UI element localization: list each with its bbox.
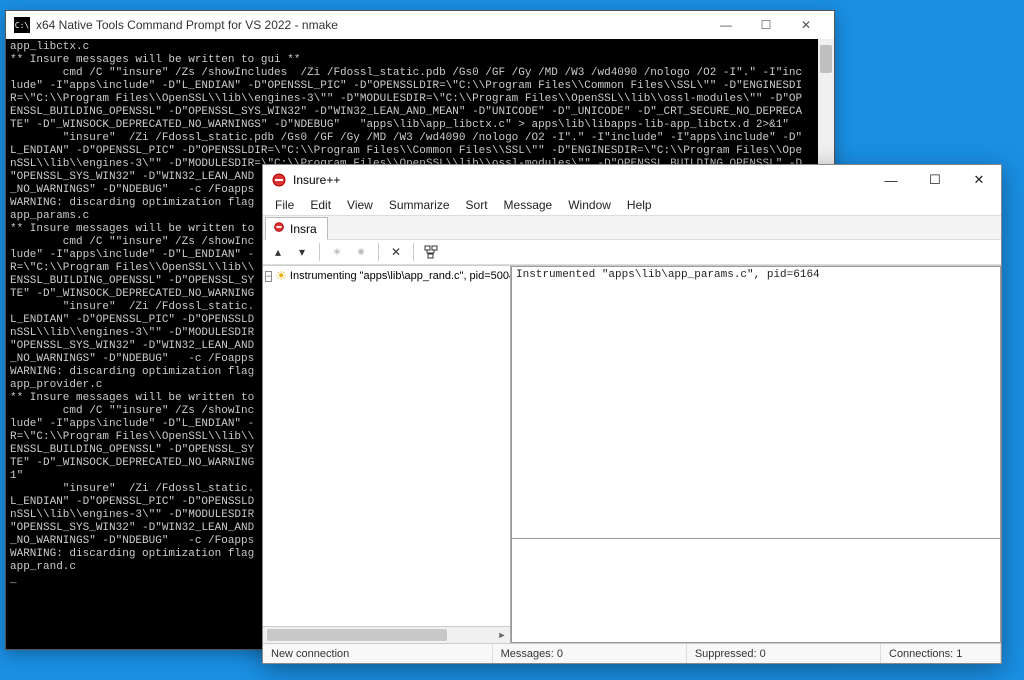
tree-horizontal-scrollbar[interactable]: ◄ ► [263,626,510,643]
status-messages-value: 0 [557,648,563,660]
toolbar-separator [378,243,379,261]
minimize-button[interactable]: — [869,165,913,195]
insure-right-pane: Instrumented "apps\lib\app_params.c", pi… [511,266,1001,643]
menu-view[interactable]: View [339,196,381,214]
status-connections-label: Connections: [889,648,953,660]
cmd-icon: C:\ [14,17,30,33]
insure-tree-pane[interactable]: − ☀ Instrumenting "apps\lib\app_rand.c",… [263,266,511,643]
delete-icon[interactable]: ✕ [387,243,405,261]
insure-tab-icon [272,220,286,237]
close-button[interactable]: ✕ [957,165,1001,195]
status-messages-label: Messages: [501,648,554,660]
status-suppressed: Suppressed: 0 [687,644,881,663]
insure-title: Insure++ [293,173,869,187]
maximize-button[interactable]: ☐ [913,165,957,195]
menu-edit[interactable]: Edit [302,196,339,214]
menu-file[interactable]: File [267,196,302,214]
toolbar-separator [413,243,414,261]
insure-panes: − ☀ Instrumenting "apps\lib\app_rand.c",… [263,265,1001,643]
close-button[interactable]: ✕ [786,11,826,39]
insure-window-controls: — ☐ ✕ [869,165,1001,195]
maximize-button[interactable]: ☐ [746,11,786,39]
status-messages: Messages: 0 [493,644,687,663]
insure-titlebar[interactable]: Insure++ — ☐ ✕ [263,165,1001,195]
detail-text: Instrumented "apps\lib\app_params.c", pi… [516,269,820,281]
menu-summarize[interactable]: Summarize [381,196,458,214]
up-arrow-icon[interactable]: ▴ [269,243,287,261]
minimize-button[interactable]: — [706,11,746,39]
insure-tree[interactable]: − ☀ Instrumenting "apps\lib\app_rand.c",… [263,266,510,626]
status-suppressed-value: 0 [760,648,766,660]
status-connection: New connection [263,644,493,663]
cmd-scrollbar-thumb[interactable] [820,45,832,73]
toolbar-separator [319,243,320,261]
insure-tab-label: Insra [290,222,317,236]
status-connections: Connections: 1 [881,644,1001,663]
insure-detail-pane[interactable]: Instrumented "apps\lib\app_params.c", pi… [511,266,1001,539]
scroll-thumb[interactable] [267,629,447,641]
menu-window[interactable]: Window [560,196,619,214]
tree-view-icon[interactable] [422,243,440,261]
down-arrow-icon[interactable]: ▾ [293,243,311,261]
cmd-titlebar[interactable]: C:\ x64 Native Tools Command Prompt for … [6,11,834,39]
tree-collapse-icon[interactable]: − [265,271,272,282]
tree-row[interactable]: − ☀ Instrumenting "apps\lib\app_rand.c",… [265,268,508,284]
menu-help[interactable]: Help [619,196,660,214]
insure-app-icon [271,172,287,188]
insure-menubar: FileEditViewSummarizeSortMessageWindowHe… [263,195,1001,215]
menu-sort[interactable]: Sort [458,196,496,214]
insure-bottom-pane[interactable] [511,539,1001,643]
bug-icon[interactable]: ✶ [328,243,346,261]
insure-tab-row: Insra [263,215,1001,239]
insure-statusbar: New connection Messages: 0 Suppressed: 0… [263,643,1001,663]
status-connections-value: 1 [956,648,962,660]
cmd-window-controls: — ☐ ✕ [706,11,826,39]
tree-item-label: Instrumenting "apps\lib\app_rand.c", pid… [290,270,510,282]
bug2-icon[interactable]: ✷ [352,243,370,261]
insure-window: Insure++ — ☐ ✕ FileEditViewSummarizeSort… [262,164,1002,664]
sun-icon: ☀ [275,268,287,284]
cmd-title: x64 Native Tools Command Prompt for VS 2… [36,18,706,32]
insure-tab-insra[interactable]: Insra [265,217,328,240]
menu-message[interactable]: Message [496,196,561,214]
insure-toolbar: ▴ ▾ ✶ ✷ ✕ [263,239,1001,265]
scroll-right-arrow-icon[interactable]: ► [494,627,510,643]
status-suppressed-label: Suppressed: [695,648,757,660]
